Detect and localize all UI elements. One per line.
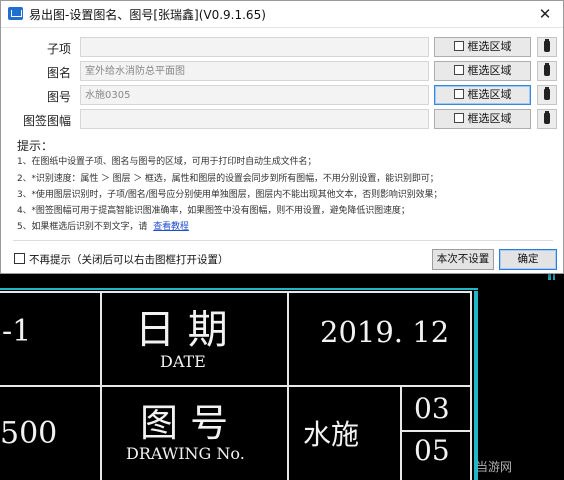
no-tip-label: 不再提示（关闭后可以右击图框打开设置）: [29, 254, 229, 266]
trash-icon: [544, 87, 550, 100]
confirm-button[interactable]: 确定: [499, 249, 557, 270]
title-bar[interactable]: 易出图-设置图名、图号[张瑞鑫](V0.9.1.65) ✕: [1, 1, 563, 28]
cad-drawing-num-bottom: 05: [414, 434, 450, 467]
tip-line: 2、*识别速度：属性 ＞ 图层 ＞ 框选，属性和图层的设置会同步到所有图幅，不用…: [17, 174, 439, 184]
settings-dialog: 易出图-设置图名、图号[张瑞鑫](V0.9.1.65) ✕ 子项 框选区域 图名…: [0, 0, 564, 274]
field-label: 子项: [46, 42, 71, 56]
clear-button[interactable]: [537, 37, 557, 57]
checkbox-icon: [453, 113, 464, 123]
field-row-sheet: 图签图幅 框选区域: [1, 109, 561, 131]
field-row-subitem: 子项 框选区域: [1, 37, 561, 59]
select-area-label: 框选区域: [467, 40, 512, 53]
field-label: 图号: [46, 90, 71, 104]
cad-date-cn: 日 期: [135, 307, 228, 353]
checkbox-icon: [453, 41, 464, 51]
window-title: 易出图-设置图名、图号[张瑞鑫](V0.9.1.65): [29, 8, 266, 22]
field-label: 图签图幅: [22, 114, 71, 128]
cad-cyan-line: [0, 288, 478, 290]
clear-button[interactable]: [537, 85, 557, 105]
select-area-label: 框选区域: [467, 88, 512, 101]
cad-line: [0, 291, 470, 293]
tutorial-link[interactable]: 查看教程: [153, 222, 189, 232]
cad-line: [100, 291, 102, 480]
tip-line-last: 5、如果框选后识别不到文字，请 查看教程: [17, 219, 189, 232]
tip-text: 5、如果框选后识别不到文字，请: [17, 222, 148, 232]
field-label: 图名: [46, 66, 71, 80]
select-area-button[interactable]: 框选区域: [434, 85, 531, 105]
cad-date-value: 2019. 12: [320, 315, 450, 349]
cad-drawing-cn: 图 号: [140, 401, 229, 445]
cad-line: [400, 386, 402, 480]
divider: [13, 240, 553, 241]
clear-button[interactable]: [537, 109, 557, 129]
field-row-title: 图名 室外给水消防总平面图 框选区域: [1, 61, 561, 83]
cad-drawing-num-top: 03: [414, 392, 450, 425]
title-field[interactable]: 室外给水消防总平面图: [80, 61, 429, 81]
close-button[interactable]: ✕: [535, 4, 555, 24]
cad-cyan-line: [474, 291, 478, 480]
select-area-button[interactable]: 框选区域: [434, 61, 531, 81]
select-area-label: 框选区域: [467, 64, 512, 77]
cad-line: [470, 291, 472, 480]
checkbox-icon: [453, 89, 464, 99]
checkbox-icon: [453, 65, 464, 75]
tip-line: 3、*使用图层识别时，子项/图名/图号应分别使用单独图层，图层内不能出现其他文本…: [17, 190, 443, 200]
number-field[interactable]: 水施0305: [80, 85, 429, 105]
cad-drawing-en: DRAWING No.: [126, 444, 245, 463]
sheet-size-field[interactable]: [80, 109, 429, 129]
skip-button[interactable]: 本次不设置: [432, 249, 494, 270]
field-row-number: 图号 水施0305 框选区域: [1, 85, 561, 107]
tips-title: 提示：: [17, 139, 54, 153]
watermark: 当游网: [476, 460, 513, 474]
cad-date-en: DATE: [160, 352, 206, 371]
no-tip-option[interactable]: 不再提示（关闭后可以右击图框打开设置）: [14, 252, 229, 267]
tip-line: 1、在图纸中设置子项、图名与图号的区域，可用于打印时自动生成文件名；: [17, 157, 317, 167]
select-area-label: 框选区域: [467, 112, 512, 125]
cad-line: [287, 291, 289, 480]
no-tip-checkbox[interactable]: [14, 253, 25, 264]
tip-line: 4、*图签图幅可用于提高智能识图准确率，如果图签中没有图幅，则不用设置，避免降低…: [17, 206, 410, 216]
select-area-button[interactable]: 框选区域: [434, 37, 531, 57]
subitem-field[interactable]: [80, 37, 429, 57]
cad-number-bottom: 500: [0, 416, 58, 451]
cad-number-top: -1: [2, 314, 32, 349]
cad-drawing-prefix: 水施: [303, 418, 360, 451]
trash-icon: [544, 111, 550, 124]
trash-icon: [544, 39, 550, 52]
cad-line: [400, 430, 470, 432]
select-area-button[interactable]: 框选区域: [434, 109, 531, 129]
app-icon: [8, 7, 23, 20]
clear-button[interactable]: [537, 61, 557, 81]
trash-icon: [544, 63, 550, 76]
